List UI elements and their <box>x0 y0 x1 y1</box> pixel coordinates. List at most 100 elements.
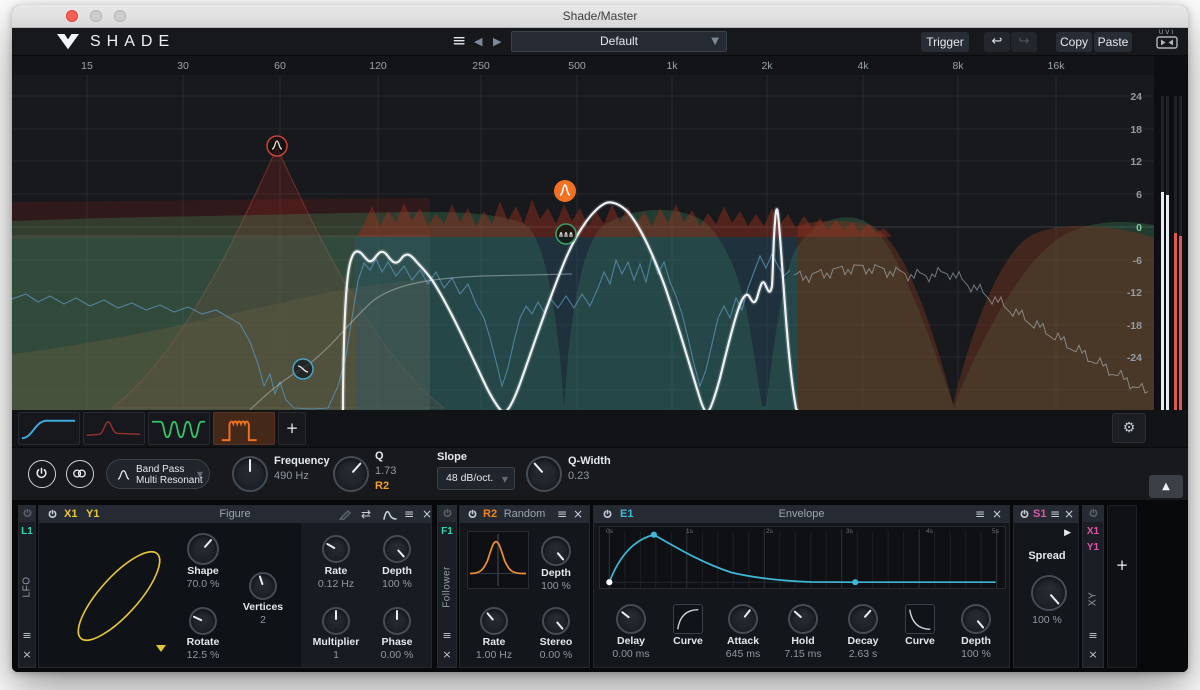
waveform-icon[interactable] <box>383 509 397 520</box>
band-tab-3[interactable] <box>148 412 210 445</box>
power-icon[interactable] <box>1088 508 1099 519</box>
preset-next-icon[interactable]: ▶ <box>493 35 501 48</box>
titlebar[interactable]: Shade/Master <box>12 5 1188 28</box>
envelope-node-peak[interactable] <box>650 531 657 538</box>
mod-id[interactable]: S1 <box>1033 508 1046 520</box>
spread-panel: S1 ≡ × ▶ Spread 100 % <box>1013 505 1079 668</box>
trigger-button[interactable]: Trigger <box>921 32 969 52</box>
q-knob[interactable] <box>333 456 369 492</box>
menu-icon[interactable]: ≡ <box>19 629 35 642</box>
close-icon[interactable]: × <box>19 648 35 661</box>
random-rate-value: 1.00 Hz <box>475 649 513 661</box>
close-icon[interactable]: × <box>992 507 1002 521</box>
band-marker-bandpass[interactable] <box>554 180 576 202</box>
decay-curve-display[interactable] <box>905 604 935 634</box>
band-marker-comb[interactable] <box>555 223 577 245</box>
display-settings-button[interactable]: ⚙ <box>1112 413 1146 443</box>
hold-knob[interactable] <box>788 604 818 634</box>
menu-icon[interactable]: ≡ <box>1050 507 1060 521</box>
svg-text:16k: 16k <box>1048 60 1066 72</box>
mod-strip-xy[interactable]: X1 Y1 XY ≡ × <box>1082 505 1104 668</box>
close-icon[interactable]: × <box>422 507 432 521</box>
close-icon[interactable]: × <box>573 507 583 521</box>
add-band-button[interactable]: + <box>278 412 306 445</box>
svg-text:2k: 2k <box>761 60 773 72</box>
stereo-mode-button[interactable] <box>66 460 94 488</box>
expand-right-icon[interactable]: ▶ <box>1064 528 1071 538</box>
vertices-knob[interactable] <box>249 572 277 600</box>
plugin-body: SHADE ≡ ◀ ▶ Default ▼ Trigger ↩ ↪ Copy P… <box>12 28 1188 672</box>
close-icon[interactable]: × <box>438 648 456 661</box>
power-icon[interactable] <box>1019 509 1030 520</box>
preset-selector[interactable]: Default ▼ <box>511 31 727 52</box>
q-value: 1.73 <box>375 465 397 477</box>
menu-icon[interactable]: ≡ <box>557 507 567 521</box>
attack-curve-display[interactable] <box>673 604 703 634</box>
band-power-button[interactable] <box>28 460 56 488</box>
filter-type-selector[interactable]: Band Pass Multi Resonant ▼ <box>106 459 210 489</box>
band-tab-2[interactable] <box>83 412 145 445</box>
preset-prev-icon[interactable]: ◀ <box>474 35 482 48</box>
main-menu-icon[interactable]: ≡ <box>452 31 466 51</box>
delay-knob[interactable] <box>616 604 646 634</box>
frequency-knob[interactable] <box>232 456 268 492</box>
mod-strip-follower[interactable]: F1 Follower ≡ × <box>437 505 457 668</box>
rotate-knob[interactable] <box>189 607 217 635</box>
panel-title: Envelope <box>778 508 825 520</box>
menu-icon[interactable]: ≡ <box>975 507 985 521</box>
swap-arrows-icon[interactable]: ⇄ <box>361 507 371 521</box>
multiplier-knob[interactable] <box>322 607 350 635</box>
spread-knob[interactable] <box>1031 575 1067 611</box>
redo-icon[interactable]: ↪ <box>1011 32 1037 52</box>
phase-knob[interactable] <box>383 607 411 635</box>
envelope-node-start[interactable] <box>606 579 613 586</box>
uvi-logo: UVI <box>1150 30 1184 54</box>
random-stereo-knob[interactable] <box>542 607 570 635</box>
add-modulator-button[interactable]: + <box>1107 505 1137 668</box>
attack-knob[interactable] <box>728 604 758 634</box>
power-icon[interactable] <box>22 508 33 519</box>
menu-icon[interactable]: ≡ <box>438 629 456 642</box>
random-rate-knob[interactable] <box>480 607 508 635</box>
decay-value: 2.63 s <box>848 648 878 660</box>
random-depth-knob[interactable] <box>541 536 571 566</box>
menu-icon[interactable]: ≡ <box>1083 629 1103 642</box>
random-distribution-display[interactable] <box>467 531 529 589</box>
mod-strip-lfo[interactable]: L1 LFO ≡ × <box>18 505 36 668</box>
random-depth-label: Depth <box>541 567 571 579</box>
lfo-rate-knob[interactable] <box>322 535 350 563</box>
power-icon <box>36 467 47 479</box>
close-icon[interactable]: × <box>1064 507 1074 521</box>
mod-target-x[interactable]: X1 <box>1083 526 1103 537</box>
menu-icon[interactable]: ≡ <box>404 507 414 521</box>
copy-button[interactable]: Copy <box>1056 32 1092 52</box>
lfo-depth-knob[interactable] <box>383 535 411 563</box>
q-width-knob[interactable] <box>526 456 562 492</box>
mod-id[interactable]: F1 <box>438 526 456 537</box>
eq-display[interactable]: 15 30 60 120 250 500 1k 2k 4k 8k 16k 24 18 12 6 0 -6 -12… <box>12 56 1154 416</box>
svg-text:24: 24 <box>1130 91 1142 103</box>
collapse-panel-button[interactable]: ▲ <box>1149 475 1183 498</box>
shape-knob[interactable] <box>187 533 219 565</box>
undo-icon[interactable]: ↩ <box>984 32 1010 52</box>
meter-right-post <box>1179 236 1182 435</box>
edit-pencil-icon[interactable] <box>339 509 352 520</box>
mod-id[interactable]: L1 <box>19 526 35 537</box>
svg-text:18: 18 <box>1130 124 1142 136</box>
power-icon[interactable] <box>442 508 453 519</box>
mod-target-y[interactable]: Y1 <box>1083 542 1103 553</box>
env-depth-knob[interactable] <box>961 604 991 634</box>
band-tab-4-selected[interactable] <box>213 412 275 445</box>
meter-right-pre <box>1166 195 1169 435</box>
slope-selector[interactable]: 48 dB/oct. ▼ <box>437 467 515 490</box>
band-marker-bell[interactable] <box>266 135 288 157</box>
paste-button[interactable]: Paste <box>1094 32 1132 52</box>
envelope-node-sustain[interactable] <box>852 579 859 586</box>
close-icon[interactable]: × <box>1083 648 1103 661</box>
random-stereo-label: Stereo <box>539 636 573 648</box>
band-marker-lowcut[interactable] <box>292 358 314 380</box>
envelope-graph[interactable]: 0s 1s 2s 3s 4s 5s <box>599 526 1006 589</box>
lfo-figure-panel: X1 Y1 Figure ⇄ ≡ × Shape 70.0 % Vertices… <box>38 505 432 668</box>
decay-knob[interactable] <box>848 604 878 634</box>
band-tab-1[interactable] <box>18 412 80 445</box>
